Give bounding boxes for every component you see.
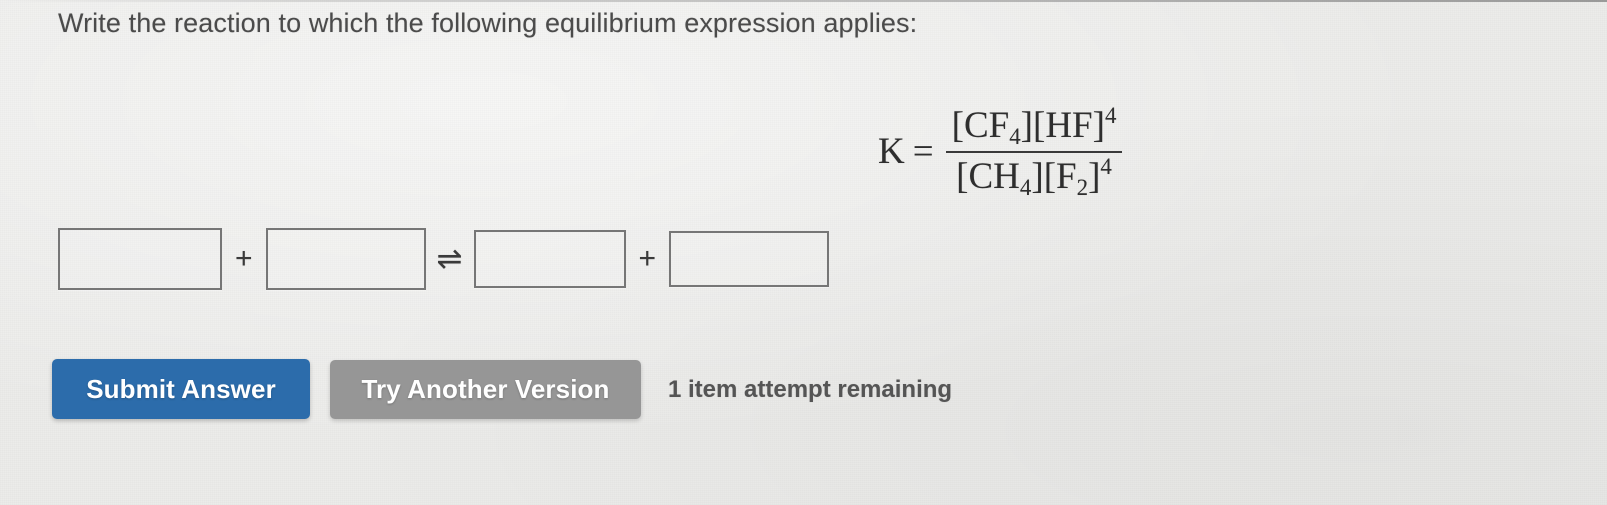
equilibrium-fraction: [CF4][HF]4 [CH4][F2]4 xyxy=(945,102,1123,200)
numerator-subscript-1: 4 xyxy=(1009,123,1021,149)
fraction-denominator: [CH4][F2]4 xyxy=(956,153,1112,200)
submit-answer-button[interactable]: Submit Answer xyxy=(52,359,310,419)
reactant-input-1[interactable] xyxy=(58,228,222,290)
try-another-version-button[interactable]: Try Another Version xyxy=(330,360,641,419)
k-label: K xyxy=(878,130,905,172)
numerator-species-1: CF xyxy=(963,105,1010,146)
question-prompt: Write the reaction to which the followin… xyxy=(58,8,918,38)
product-input-1[interactable] xyxy=(473,230,626,288)
numerator-exponent-2: 4 xyxy=(1104,102,1117,128)
denominator-exponent-2: 4 xyxy=(1100,153,1112,179)
fraction-numerator: [CF4][HF]4 xyxy=(951,102,1117,149)
denominator-species-1: CH xyxy=(968,155,1020,197)
denominator-subscript-1: 4 xyxy=(1019,174,1032,200)
reactant-input-2[interactable] xyxy=(265,228,426,290)
numerator-species-2: HF xyxy=(1045,105,1093,146)
equilibrium-expression: K = [CF4][HF]4 [CH4][F2]4 xyxy=(878,102,1123,200)
equilibrium-arrow-icon: ⇌ xyxy=(436,240,463,277)
attempts-remaining-text: 1 item attempt remaining xyxy=(668,376,953,403)
plus-operator-1: + xyxy=(235,242,253,275)
fraction-bar xyxy=(945,150,1123,153)
denominator-species-2: F xyxy=(1056,155,1077,197)
product-input-2[interactable] xyxy=(669,231,830,287)
denominator-subscript-2: 2 xyxy=(1076,174,1089,200)
reaction-answer-row: + ⇌ + xyxy=(58,226,830,292)
plus-operator-2: + xyxy=(638,242,657,275)
top-divider xyxy=(0,0,1607,2)
equals-sign: = xyxy=(912,130,934,172)
